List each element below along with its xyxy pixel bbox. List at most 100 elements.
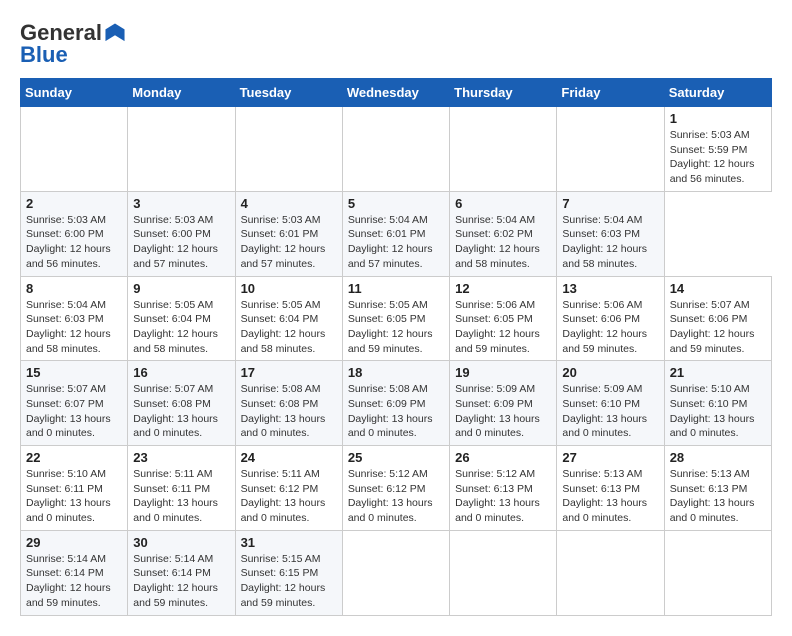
table-row: 11 Sunrise: 5:05 AMSunset: 6:05 PMDayligh…: [342, 276, 449, 361]
day-info: Sunrise: 5:14 AMSunset: 6:14 PMDaylight:…: [26, 553, 111, 609]
day-number: 12: [455, 281, 551, 296]
day-number: 22: [26, 450, 122, 465]
logo-icon: [104, 22, 126, 44]
table-row: 16 Sunrise: 5:07 AMSunset: 6:08 PMDayligh…: [128, 361, 235, 446]
day-info: Sunrise: 5:08 AMSunset: 6:09 PMDaylight:…: [348, 383, 433, 439]
table-row: 6 Sunrise: 5:04 AMSunset: 6:02 PMDaylight…: [450, 191, 557, 276]
empty-cell: [128, 107, 235, 192]
empty-cell: [342, 530, 449, 615]
table-row: 17 Sunrise: 5:08 AMSunset: 6:08 PMDayligh…: [235, 361, 342, 446]
table-row: 25 Sunrise: 5:12 AMSunset: 6:12 PMDayligh…: [342, 446, 449, 531]
table-row: 19 Sunrise: 5:09 AMSunset: 6:09 PMDayligh…: [450, 361, 557, 446]
table-row: 1 Sunrise: 5:03 AMSunset: 5:59 PMDaylight…: [664, 107, 771, 192]
table-row: 8 Sunrise: 5:04 AMSunset: 6:03 PMDaylight…: [21, 276, 128, 361]
table-row: 22Sunrise: 5:10 AMSunset: 6:11 PMDayligh…: [21, 446, 128, 531]
calendar-header-saturday: Saturday: [664, 79, 771, 107]
day-info: Sunrise: 5:04 AMSunset: 6:02 PMDaylight:…: [455, 214, 540, 270]
day-info: Sunrise: 5:05 AMSunset: 6:04 PMDaylight:…: [133, 299, 218, 355]
table-row: 2 Sunrise: 5:03 AMSunset: 6:00 PMDaylight…: [21, 191, 128, 276]
day-number: 14: [670, 281, 766, 296]
day-number: 16: [133, 365, 229, 380]
day-info: Sunrise: 5:06 AMSunset: 6:06 PMDaylight:…: [562, 299, 647, 355]
calendar-header-wednesday: Wednesday: [342, 79, 449, 107]
day-number: 21: [670, 365, 766, 380]
day-number: 13: [562, 281, 658, 296]
day-info: Sunrise: 5:04 AMSunset: 6:01 PMDaylight:…: [348, 214, 433, 270]
day-number: 26: [455, 450, 551, 465]
page-header: General Blue: [20, 20, 772, 68]
day-info: Sunrise: 5:07 AMSunset: 6:07 PMDaylight:…: [26, 383, 111, 439]
day-info: Sunrise: 5:04 AMSunset: 6:03 PMDaylight:…: [562, 214, 647, 270]
table-row: 18Sunrise: 5:08 AMSunset: 6:09 PMDayligh…: [342, 361, 449, 446]
table-row: 26 Sunrise: 5:12 AMSunset: 6:13 PMDayligh…: [450, 446, 557, 531]
empty-cell: [450, 530, 557, 615]
day-number: 2: [26, 196, 122, 211]
day-number: 28: [670, 450, 766, 465]
day-info: Sunrise: 5:11 AMSunset: 6:11 PMDaylight:…: [133, 468, 218, 524]
day-info: Sunrise: 5:03 AMSunset: 6:01 PMDaylight:…: [241, 214, 326, 270]
table-row: 9 Sunrise: 5:05 AMSunset: 6:04 PMDaylight…: [128, 276, 235, 361]
day-info: Sunrise: 5:05 AMSunset: 6:05 PMDaylight:…: [348, 299, 433, 355]
day-info: Sunrise: 5:09 AMSunset: 6:10 PMDaylight:…: [562, 383, 647, 439]
calendar-header-row: SundayMondayTuesdayWednesdayThursdayFrid…: [21, 79, 772, 107]
table-row: 31 Sunrise: 5:15 AMSunset: 6:15 PMDayligh…: [235, 530, 342, 615]
day-info: Sunrise: 5:07 AMSunset: 6:08 PMDaylight:…: [133, 383, 218, 439]
day-info: Sunrise: 5:03 AMSunset: 5:59 PMDaylight:…: [670, 129, 755, 185]
table-row: 21Sunrise: 5:10 AMSunset: 6:10 PMDayligh…: [664, 361, 771, 446]
day-number: 24: [241, 450, 337, 465]
table-row: 20 Sunrise: 5:09 AMSunset: 6:10 PMDayligh…: [557, 361, 664, 446]
table-row: 27Sunrise: 5:13 AMSunset: 6:13 PMDayligh…: [557, 446, 664, 531]
table-row: 7 Sunrise: 5:04 AMSunset: 6:03 PMDaylight…: [557, 191, 664, 276]
day-info: Sunrise: 5:14 AMSunset: 6:14 PMDaylight:…: [133, 553, 218, 609]
empty-cell: [21, 107, 128, 192]
empty-cell: [342, 107, 449, 192]
day-info: Sunrise: 5:11 AMSunset: 6:12 PMDaylight:…: [241, 468, 326, 524]
day-info: Sunrise: 5:08 AMSunset: 6:08 PMDaylight:…: [241, 383, 326, 439]
table-row: 4 Sunrise: 5:03 AMSunset: 6:01 PMDaylight…: [235, 191, 342, 276]
day-number: 15: [26, 365, 122, 380]
day-number: 4: [241, 196, 337, 211]
day-info: Sunrise: 5:04 AMSunset: 6:03 PMDaylight:…: [26, 299, 111, 355]
table-row: 24 Sunrise: 5:11 AMSunset: 6:12 PMDayligh…: [235, 446, 342, 531]
day-info: Sunrise: 5:13 AMSunset: 6:13 PMDaylight:…: [670, 468, 755, 524]
day-number: 1: [670, 111, 766, 126]
day-number: 19: [455, 365, 551, 380]
table-row: 30 Sunrise: 5:14 AMSunset: 6:14 PMDayligh…: [128, 530, 235, 615]
logo: General Blue: [20, 20, 126, 68]
day-number: 11: [348, 281, 444, 296]
calendar-header-tuesday: Tuesday: [235, 79, 342, 107]
calendar-header-thursday: Thursday: [450, 79, 557, 107]
calendar-header-sunday: Sunday: [21, 79, 128, 107]
day-number: 17: [241, 365, 337, 380]
day-number: 10: [241, 281, 337, 296]
day-info: Sunrise: 5:07 AMSunset: 6:06 PMDaylight:…: [670, 299, 755, 355]
day-info: Sunrise: 5:03 AMSunset: 6:00 PMDaylight:…: [133, 214, 218, 270]
day-number: 31: [241, 535, 337, 550]
table-row: 12 Sunrise: 5:06 AMSunset: 6:05 PMDayligh…: [450, 276, 557, 361]
day-number: 30: [133, 535, 229, 550]
calendar-table: SundayMondayTuesdayWednesdayThursdayFrid…: [20, 78, 772, 616]
day-number: 25: [348, 450, 444, 465]
day-number: 23: [133, 450, 229, 465]
day-number: 7: [562, 196, 658, 211]
table-row: 29Sunrise: 5:14 AMSunset: 6:14 PMDayligh…: [21, 530, 128, 615]
day-info: Sunrise: 5:12 AMSunset: 6:13 PMDaylight:…: [455, 468, 540, 524]
day-number: 6: [455, 196, 551, 211]
day-info: Sunrise: 5:12 AMSunset: 6:12 PMDaylight:…: [348, 468, 433, 524]
day-number: 3: [133, 196, 229, 211]
table-row: 3 Sunrise: 5:03 AMSunset: 6:00 PMDaylight…: [128, 191, 235, 276]
day-number: 5: [348, 196, 444, 211]
day-info: Sunrise: 5:06 AMSunset: 6:05 PMDaylight:…: [455, 299, 540, 355]
day-number: 8: [26, 281, 122, 296]
empty-cell: [557, 530, 664, 615]
table-row: 15 Sunrise: 5:07 AMSunset: 6:07 PMDayligh…: [21, 361, 128, 446]
day-info: Sunrise: 5:09 AMSunset: 6:09 PMDaylight:…: [455, 383, 540, 439]
day-info: Sunrise: 5:15 AMSunset: 6:15 PMDaylight:…: [241, 553, 326, 609]
logo-blue-text: Blue: [20, 42, 68, 68]
empty-cell: [235, 107, 342, 192]
table-row: 10Sunrise: 5:05 AMSunset: 6:04 PMDayligh…: [235, 276, 342, 361]
day-number: 9: [133, 281, 229, 296]
day-number: 20: [562, 365, 658, 380]
empty-cell: [450, 107, 557, 192]
day-info: Sunrise: 5:03 AMSunset: 6:00 PMDaylight:…: [26, 214, 111, 270]
